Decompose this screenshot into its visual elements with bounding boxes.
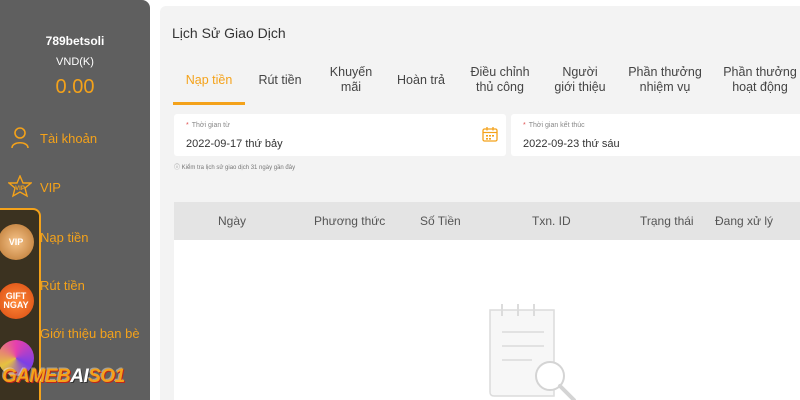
tab-manual-adjust[interactable]: Điều chỉnh thủ công <box>460 56 540 104</box>
tab-promotion[interactable]: Khuyến mãi <box>318 56 384 104</box>
history-hint: ⓘ Kiểm tra lịch sử giao dịch 31 ngày gần… <box>174 165 296 171</box>
sidebar: 789betsoli VND(K) 0.00 Tài khoản VIP VIP… <box>0 0 150 400</box>
page-title: Lịch Sử Giao Dịch <box>172 25 286 41</box>
calendar-icon[interactable] <box>482 126 498 142</box>
column-txn-id: Txn. ID <box>532 214 571 228</box>
user-icon <box>8 126 32 150</box>
main-panel: Lịch Sử Giao Dịch Nạp tiền Rút tiền Khuy… <box>160 6 800 400</box>
column-method: Phương thức <box>314 214 386 228</box>
watermark-logo: GAMEBAISO1 <box>2 366 125 387</box>
sidebar-item-account[interactable]: Tài khoản <box>0 118 150 158</box>
sidebar-item-label: VIP <box>40 179 61 195</box>
tab-referrer[interactable]: Người giới thiệu <box>545 56 615 104</box>
tab-rebate[interactable]: Hoàn trả <box>388 56 454 104</box>
tab-activity-reward[interactable]: Phần thưởng hoạt động <box>720 56 800 104</box>
table-header: Ngày Phương thức Số Tiền Txn. ID Trạng t… <box>174 202 800 240</box>
empty-document-search-icon <box>488 296 588 400</box>
promo-item-deposit[interactable]: Nạp tiền <box>40 230 88 245</box>
tab-withdraw[interactable]: Rút tiền <box>248 56 312 104</box>
promo-item-withdraw[interactable]: Rút tiền <box>40 278 85 293</box>
svg-text:VIP: VIP <box>15 186 25 192</box>
tab-deposit[interactable]: Nạp tiền <box>173 56 245 104</box>
promo-item-referral[interactable]: Giới thiệu bạn bè <box>40 326 140 341</box>
tab-task-reward[interactable]: Phần thưởng nhiệm vụ <box>625 56 705 104</box>
date-from-value: 2022-09-17 thứ bảy <box>186 138 283 150</box>
date-from-label: Thời gian từ <box>191 122 230 129</box>
vip-star-icon: VIP <box>8 175 32 199</box>
column-status: Trạng thái <box>640 214 694 228</box>
date-to-field[interactable]: * Thời gian kết thúc 2022-09-23 thứ sáu <box>511 114 800 156</box>
date-to-label: Thời gian kết thúc <box>528 122 585 129</box>
table-body <box>174 240 800 400</box>
column-amount: Số Tiền <box>420 214 461 228</box>
balance-value: 0.00 <box>55 76 95 98</box>
date-from-field[interactable]: * Thời gian từ 2022-09-17 thứ bảy <box>174 114 506 156</box>
sidebar-item-label: Tài khoản <box>40 130 98 146</box>
date-to-value: 2022-09-23 thứ sáu <box>523 138 620 150</box>
sidebar-item-vip[interactable]: VIP VIP <box>0 167 150 207</box>
currency-label: VND(K) <box>56 56 94 68</box>
tab-bar: Nạp tiền Rút tiền Khuyến mãi Hoàn trả Đi… <box>160 56 800 106</box>
active-tab-indicator <box>173 102 245 105</box>
column-date: Ngày <box>218 214 247 228</box>
column-processing: Đang xử lý <box>715 214 774 228</box>
username: 789betsoli <box>45 34 105 48</box>
